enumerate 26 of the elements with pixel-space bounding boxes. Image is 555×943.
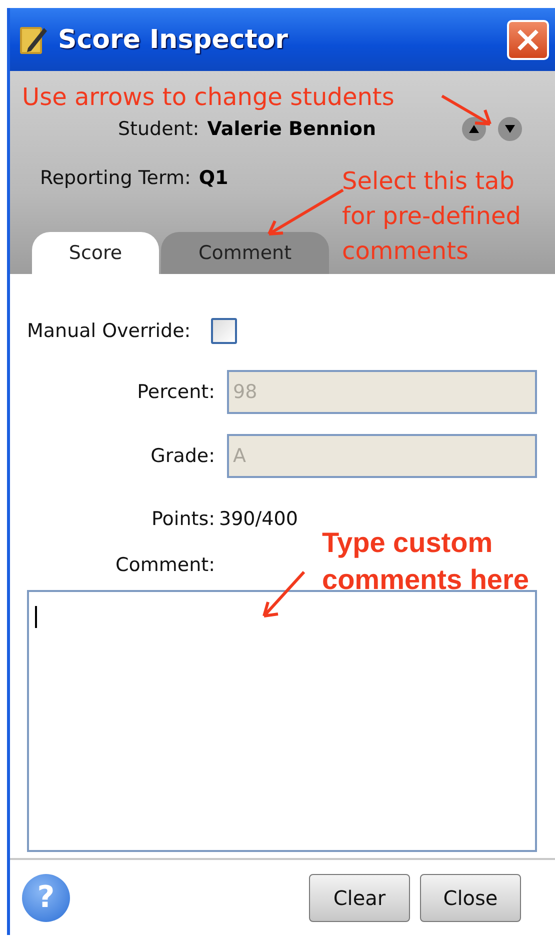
clear-button[interactable]: Clear [309, 874, 410, 922]
points-value: 390/400 [219, 508, 298, 530]
tab[interactable]: Score [32, 232, 159, 274]
annotation-text: Use arrows to change students [22, 82, 394, 113]
comment-label: Comment: [114, 554, 215, 576]
field-label: Grade: [150, 445, 215, 468]
points-label: Points: [150, 508, 215, 530]
arrow-icon [440, 94, 492, 128]
term-value: Q1 [198, 167, 228, 190]
window-title: Score Inspector [58, 24, 289, 55]
down-arrow-button[interactable] [498, 117, 522, 142]
annotation-text: Type custom comments here [322, 526, 529, 597]
help-button[interactable]: ? [22, 874, 70, 922]
arrow-icon [260, 570, 306, 620]
override-checkbox[interactable] [210, 318, 237, 344]
tab[interactable]: Comment [161, 232, 329, 274]
annotation-text: Select this tab for pre-defined comments [342, 166, 521, 267]
close-icon[interactable] [507, 20, 549, 60]
close-button[interactable]: Close [420, 874, 521, 922]
up-arrow-button[interactable] [462, 117, 486, 142]
override-label: Manual Override: [27, 320, 191, 342]
term-label: Reporting Term: [40, 167, 191, 190]
student-label: Student: [118, 118, 200, 140]
field-label: Percent: [136, 381, 215, 404]
comment-field[interactable] [27, 590, 537, 852]
student-name: Valerie Bennion [207, 118, 376, 140]
